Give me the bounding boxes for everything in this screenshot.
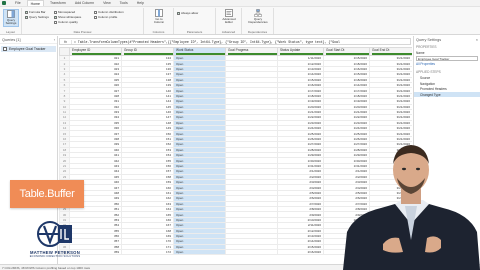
collapse-chevron-icon[interactable]: ‹ bbox=[54, 38, 55, 42]
query-item[interactable]: Employee Goal Tracker bbox=[1, 46, 56, 52]
tab-help[interactable]: Help bbox=[134, 0, 147, 6]
always-allow-checkbox[interactable]: ✓ Always allow bbox=[177, 11, 198, 15]
checkbox-box bbox=[54, 10, 57, 14]
layout-group-label: Layout bbox=[5, 30, 15, 34]
presenter-video bbox=[343, 145, 480, 270]
column-header[interactable]: Employee ID bbox=[69, 47, 122, 56]
check-icon: ✓ bbox=[54, 14, 57, 19]
show-whitespace-checkbox[interactable]: ✓ Show whitespace bbox=[54, 15, 81, 19]
column-header-label: Group ID bbox=[124, 48, 137, 53]
monospaced-label: Monospaced bbox=[58, 10, 76, 14]
channel-logo: MATTHEW PETERSON ECONOMIC DIRECTION SOLU… bbox=[20, 220, 90, 262]
formula-bar-checkbox[interactable]: ✓ Formula Bar bbox=[25, 10, 46, 14]
column-header[interactable]: Work Status bbox=[173, 47, 226, 56]
checkbox-box bbox=[94, 15, 97, 19]
advanced-editor-button[interactable]: Advanced Editor bbox=[221, 9, 237, 27]
data-preview-group: ✓ Formula Bar ✓ Query Settings Monospaced … bbox=[22, 8, 144, 34]
settings-panel-icon bbox=[7, 10, 15, 18]
formula-text[interactable]: = Table.TransformColumnTypes(#"Promoted … bbox=[72, 40, 340, 44]
go-to-column-label: Go to Column bbox=[153, 17, 165, 25]
close-icon[interactable]: × bbox=[476, 38, 478, 42]
column-header[interactable]: Goal End Dt bbox=[369, 47, 412, 56]
header-row: Employee ID Group ID Work Status Goal Progr… bbox=[59, 47, 412, 56]
tab-file[interactable]: File bbox=[12, 0, 24, 6]
tab-transform[interactable]: Transform bbox=[47, 0, 69, 6]
tab-tools[interactable]: Tools bbox=[117, 0, 131, 6]
column-quality-checkbox[interactable]: Column quality bbox=[54, 20, 78, 24]
dependencies-icon bbox=[254, 9, 262, 17]
advanced-group: Advanced Editor Advanced bbox=[216, 8, 242, 34]
columns-group: Go to Column Columns bbox=[144, 8, 174, 34]
ribbon-tabs: File Home Transform Add Column View Tools Help bbox=[12, 0, 147, 6]
column-header-label: Work Status bbox=[176, 48, 194, 53]
check-icon: ✓ bbox=[25, 9, 28, 14]
tab-add-column[interactable]: Add Column bbox=[72, 0, 97, 6]
logo-mark-icon bbox=[37, 221, 72, 247]
advanced-editor-label: Advanced Editor bbox=[222, 17, 236, 25]
always-allow-label: Always allow bbox=[181, 11, 199, 15]
column-header-label: Goal End Dt bbox=[372, 48, 390, 53]
queries-title: Queries [1] bbox=[2, 37, 21, 42]
callout-banner: Table.Buffer bbox=[10, 180, 84, 208]
column-header-label: Status Update bbox=[280, 48, 301, 53]
query-settings-check-label: Query Settings bbox=[29, 15, 49, 19]
table-cell[interactable] bbox=[225, 249, 278, 256]
checkbox-box bbox=[54, 20, 57, 24]
check-icon: ✓ bbox=[25, 14, 28, 19]
advanced-group-label: Advanced bbox=[221, 30, 236, 34]
status-left: 7 COLUMNS, 48 ROWS Column profiling base… bbox=[2, 265, 91, 270]
formula-bar[interactable]: fx = Table.TransformColumnTypes(#"Promot… bbox=[59, 38, 411, 45]
dependencies-group: Query Dependencies Dependencies bbox=[242, 8, 274, 34]
dependencies-group-label: Dependencies bbox=[247, 30, 268, 34]
applied-steps-list: Source Navigation Promoted Headers Changed … bbox=[414, 75, 480, 97]
column-icon bbox=[155, 9, 163, 17]
tab-view[interactable]: View bbox=[100, 0, 114, 6]
app-icon bbox=[2, 1, 6, 5]
checkbox-box bbox=[94, 10, 97, 14]
applied-step[interactable]: Changed Type bbox=[414, 91, 480, 97]
table-cell[interactable]: 172 bbox=[121, 249, 174, 256]
column-distribution-checkbox[interactable]: Column distribution bbox=[94, 10, 124, 14]
query-dependencies-button[interactable]: Query Dependencies bbox=[248, 9, 268, 27]
queries-header: Queries [1] ‹ bbox=[0, 36, 57, 44]
formula-bar-label: Formula Bar bbox=[29, 10, 46, 14]
settings-title: Query Settings bbox=[416, 38, 442, 42]
column-quality-label: Column quality bbox=[58, 20, 78, 24]
query-settings-label: Query Settings bbox=[5, 18, 17, 26]
monospaced-checkbox[interactable]: Monospaced bbox=[54, 10, 75, 14]
column-header-label: Goal Start Dt bbox=[326, 48, 345, 53]
corner-cell[interactable] bbox=[59, 47, 70, 56]
fx-label: fx bbox=[60, 39, 72, 44]
go-to-column-button[interactable]: Go to Column bbox=[151, 9, 167, 27]
table-cell[interactable]: Open bbox=[173, 249, 226, 256]
parameters-group: ✓ Always allow Parameters bbox=[174, 8, 216, 34]
column-profile-label: Column profile bbox=[98, 15, 118, 19]
layout-group: Query Settings Layout bbox=[0, 8, 22, 34]
parameters-group-label: Parameters bbox=[186, 30, 203, 34]
tab-home[interactable]: Home bbox=[26, 0, 44, 6]
ribbon: Query Settings Layout ✓ Formula Bar ✓ Quer… bbox=[0, 7, 480, 35]
query-settings-button[interactable]: Query Settings bbox=[3, 9, 19, 27]
editor-icon bbox=[225, 9, 233, 17]
show-whitespace-label: Show whitespace bbox=[58, 15, 82, 19]
table-cell[interactable]: 2/16/2020 bbox=[277, 249, 324, 256]
logo-subtitle: ECONOMIC DIRECTION SOLUTIONS bbox=[29, 255, 81, 258]
settings-header: Query Settings × bbox=[414, 36, 480, 44]
column-header[interactable]: Group ID bbox=[121, 47, 174, 56]
column-header-label: Goal Progress bbox=[228, 48, 249, 53]
column-header-label: Employee ID bbox=[72, 48, 91, 53]
column-header[interactable]: Goal Start Dt bbox=[323, 47, 370, 56]
column-header[interactable]: Goal Progress bbox=[225, 47, 278, 56]
title-bar: File Home Transform Add Column View Tools Help bbox=[0, 0, 480, 7]
query-settings-checkbox[interactable]: ✓ Query Settings bbox=[25, 15, 49, 19]
data-preview-group-label: Data Preview bbox=[73, 30, 92, 34]
query-dependencies-label: Query Dependencies bbox=[248, 17, 268, 25]
column-distribution-label: Column distribution bbox=[98, 10, 124, 14]
query-item-label: Employee Goal Tracker bbox=[9, 47, 46, 51]
check-icon: ✓ bbox=[177, 10, 180, 15]
column-header[interactable]: Status Update bbox=[277, 47, 324, 56]
columns-group-label: Columns bbox=[152, 30, 165, 34]
column-profile-checkbox[interactable]: Column profile bbox=[94, 15, 117, 19]
table-icon bbox=[3, 47, 7, 51]
